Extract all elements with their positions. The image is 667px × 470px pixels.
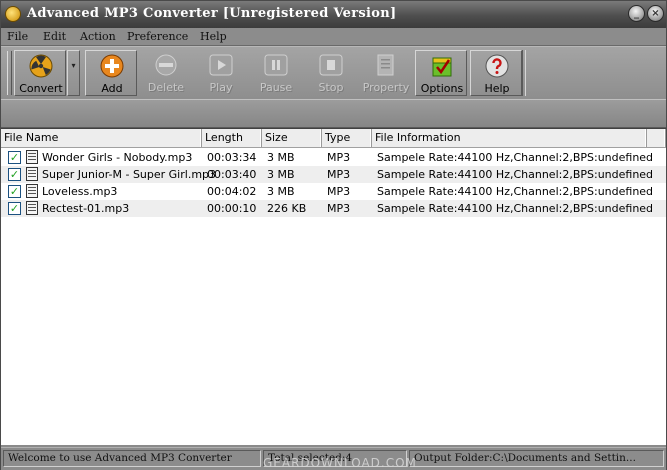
options-icon bbox=[432, 57, 452, 77]
help-label: Help bbox=[484, 82, 510, 95]
property-label: Property bbox=[362, 81, 410, 94]
watermark: GEARDOWNLOAD.COM bbox=[263, 456, 417, 470]
minimize-button[interactable]: _ bbox=[628, 5, 645, 22]
stop-label: Stop bbox=[318, 81, 344, 94]
length-cell: 00:03:34 bbox=[207, 151, 257, 164]
pause-icon bbox=[264, 54, 288, 76]
options-button[interactable]: Options bbox=[415, 50, 467, 96]
delete-label: Delete bbox=[147, 81, 185, 94]
file-name-cell: Loveless.mp3 bbox=[42, 185, 118, 198]
file-info-cell: Sampele Rate:44100 Hz,Channel:2,BPS:unde… bbox=[377, 185, 654, 198]
table-row[interactable]: ✓ Rectest-01.mp3 00:00:10 226 KB MP3 Sam… bbox=[1, 200, 666, 217]
toolbar-grip[interactable] bbox=[7, 51, 12, 95]
menu-bar: File Edit Action Preference Help bbox=[1, 28, 666, 46]
audio-file-icon bbox=[26, 201, 38, 215]
convert-button[interactable]: Convert bbox=[14, 50, 66, 96]
size-cell: 3 MB bbox=[267, 185, 295, 198]
add-label: Add bbox=[101, 82, 123, 95]
menu-preference[interactable]: Preference bbox=[127, 30, 188, 43]
audio-file-icon bbox=[26, 150, 38, 164]
add-icon bbox=[100, 54, 124, 78]
file-list[interactable]: File Name Length Size Type File Informat… bbox=[1, 128, 666, 445]
size-cell: 226 KB bbox=[267, 202, 307, 215]
column-size[interactable]: Size bbox=[262, 129, 322, 147]
file-list-header: File Name Length Size Type File Informat… bbox=[1, 129, 666, 148]
column-type[interactable]: Type bbox=[322, 129, 372, 147]
menu-help[interactable]: Help bbox=[200, 30, 227, 43]
help-button[interactable]: Help bbox=[470, 50, 522, 96]
length-cell: 00:04:02 bbox=[207, 185, 257, 198]
play-button[interactable]: Play bbox=[195, 50, 247, 96]
close-button[interactable]: × bbox=[647, 5, 664, 22]
menu-edit[interactable]: Edit bbox=[43, 30, 66, 43]
file-info-cell: Sampele Rate:44100 Hz,Channel:2,BPS:unde… bbox=[377, 168, 654, 181]
play-label: Play bbox=[209, 81, 233, 94]
size-cell: 3 MB bbox=[267, 151, 295, 164]
stop-icon bbox=[319, 54, 343, 76]
convert-label: Convert bbox=[19, 82, 63, 95]
property-icon bbox=[377, 54, 394, 76]
menu-file[interactable]: File bbox=[7, 30, 28, 43]
stop-button[interactable]: Stop bbox=[305, 50, 357, 96]
column-length[interactable]: Length bbox=[202, 129, 262, 147]
audio-file-icon bbox=[26, 167, 38, 181]
help-icon bbox=[485, 54, 509, 78]
menu-action[interactable]: Action bbox=[80, 30, 116, 43]
type-cell: MP3 bbox=[327, 151, 351, 164]
options-label: Options bbox=[420, 82, 464, 95]
row-checkbox[interactable]: ✓ bbox=[8, 202, 21, 215]
audio-file-icon bbox=[26, 184, 38, 198]
toolbar: Convert ▾ Add Delete Play Pause Stop Pro… bbox=[1, 46, 666, 100]
file-info-cell: Sampele Rate:44100 Hz,Channel:2,BPS:unde… bbox=[377, 202, 654, 215]
file-name-cell: Wonder Girls - Nobody.mp3 bbox=[42, 151, 193, 164]
type-cell: MP3 bbox=[327, 185, 351, 198]
app-window: Advanced MP3 Converter [Unregistered Ver… bbox=[0, 0, 667, 470]
file-info-cell: Sampele Rate:44100 Hz,Channel:2,BPS:unde… bbox=[377, 151, 654, 164]
table-row[interactable]: ✓ Super Junior-M - Super Girl.mp3 00:03:… bbox=[1, 166, 666, 183]
convert-dropdown-arrow[interactable]: ▾ bbox=[67, 50, 80, 96]
play-icon bbox=[209, 54, 233, 76]
table-row[interactable]: ✓ Wonder Girls - Nobody.mp3 00:03:34 3 M… bbox=[1, 149, 666, 166]
file-name-cell: Rectest-01.mp3 bbox=[42, 202, 130, 215]
length-cell: 00:03:40 bbox=[207, 168, 257, 181]
property-button[interactable]: Property bbox=[360, 50, 412, 96]
secondary-toolbar bbox=[1, 99, 666, 128]
column-file-name[interactable]: File Name bbox=[1, 129, 202, 147]
pause-label: Pause bbox=[259, 81, 293, 94]
window-title: Advanced MP3 Converter [Unregistered Ver… bbox=[27, 6, 397, 21]
convert-icon bbox=[29, 54, 53, 78]
row-checkbox[interactable]: ✓ bbox=[8, 151, 21, 164]
column-extra[interactable] bbox=[647, 129, 666, 147]
size-cell: 3 MB bbox=[267, 168, 295, 181]
file-name-cell: Super Junior-M - Super Girl.mp3 bbox=[42, 168, 217, 181]
column-file-information[interactable]: File Information bbox=[372, 129, 647, 147]
add-button[interactable]: Add bbox=[85, 50, 137, 96]
row-checkbox[interactable]: ✓ bbox=[8, 185, 21, 198]
title-bar[interactable]: Advanced MP3 Converter [Unregistered Ver… bbox=[1, 1, 666, 28]
length-cell: 00:00:10 bbox=[207, 202, 257, 215]
type-cell: MP3 bbox=[327, 202, 351, 215]
type-cell: MP3 bbox=[327, 168, 351, 181]
row-checkbox[interactable]: ✓ bbox=[8, 168, 21, 181]
pause-button[interactable]: Pause bbox=[250, 50, 302, 96]
delete-button[interactable]: Delete bbox=[140, 50, 192, 96]
table-row[interactable]: ✓ Loveless.mp3 00:04:02 3 MB MP3 Sampele… bbox=[1, 183, 666, 200]
status-output-folder: Output Folder:C:\Documents and Settin... bbox=[409, 450, 664, 467]
app-icon[interactable] bbox=[5, 6, 21, 22]
delete-icon bbox=[155, 54, 177, 76]
toolbar-separator bbox=[522, 50, 526, 96]
status-welcome: Welcome to use Advanced MP3 Converter bbox=[3, 450, 261, 467]
